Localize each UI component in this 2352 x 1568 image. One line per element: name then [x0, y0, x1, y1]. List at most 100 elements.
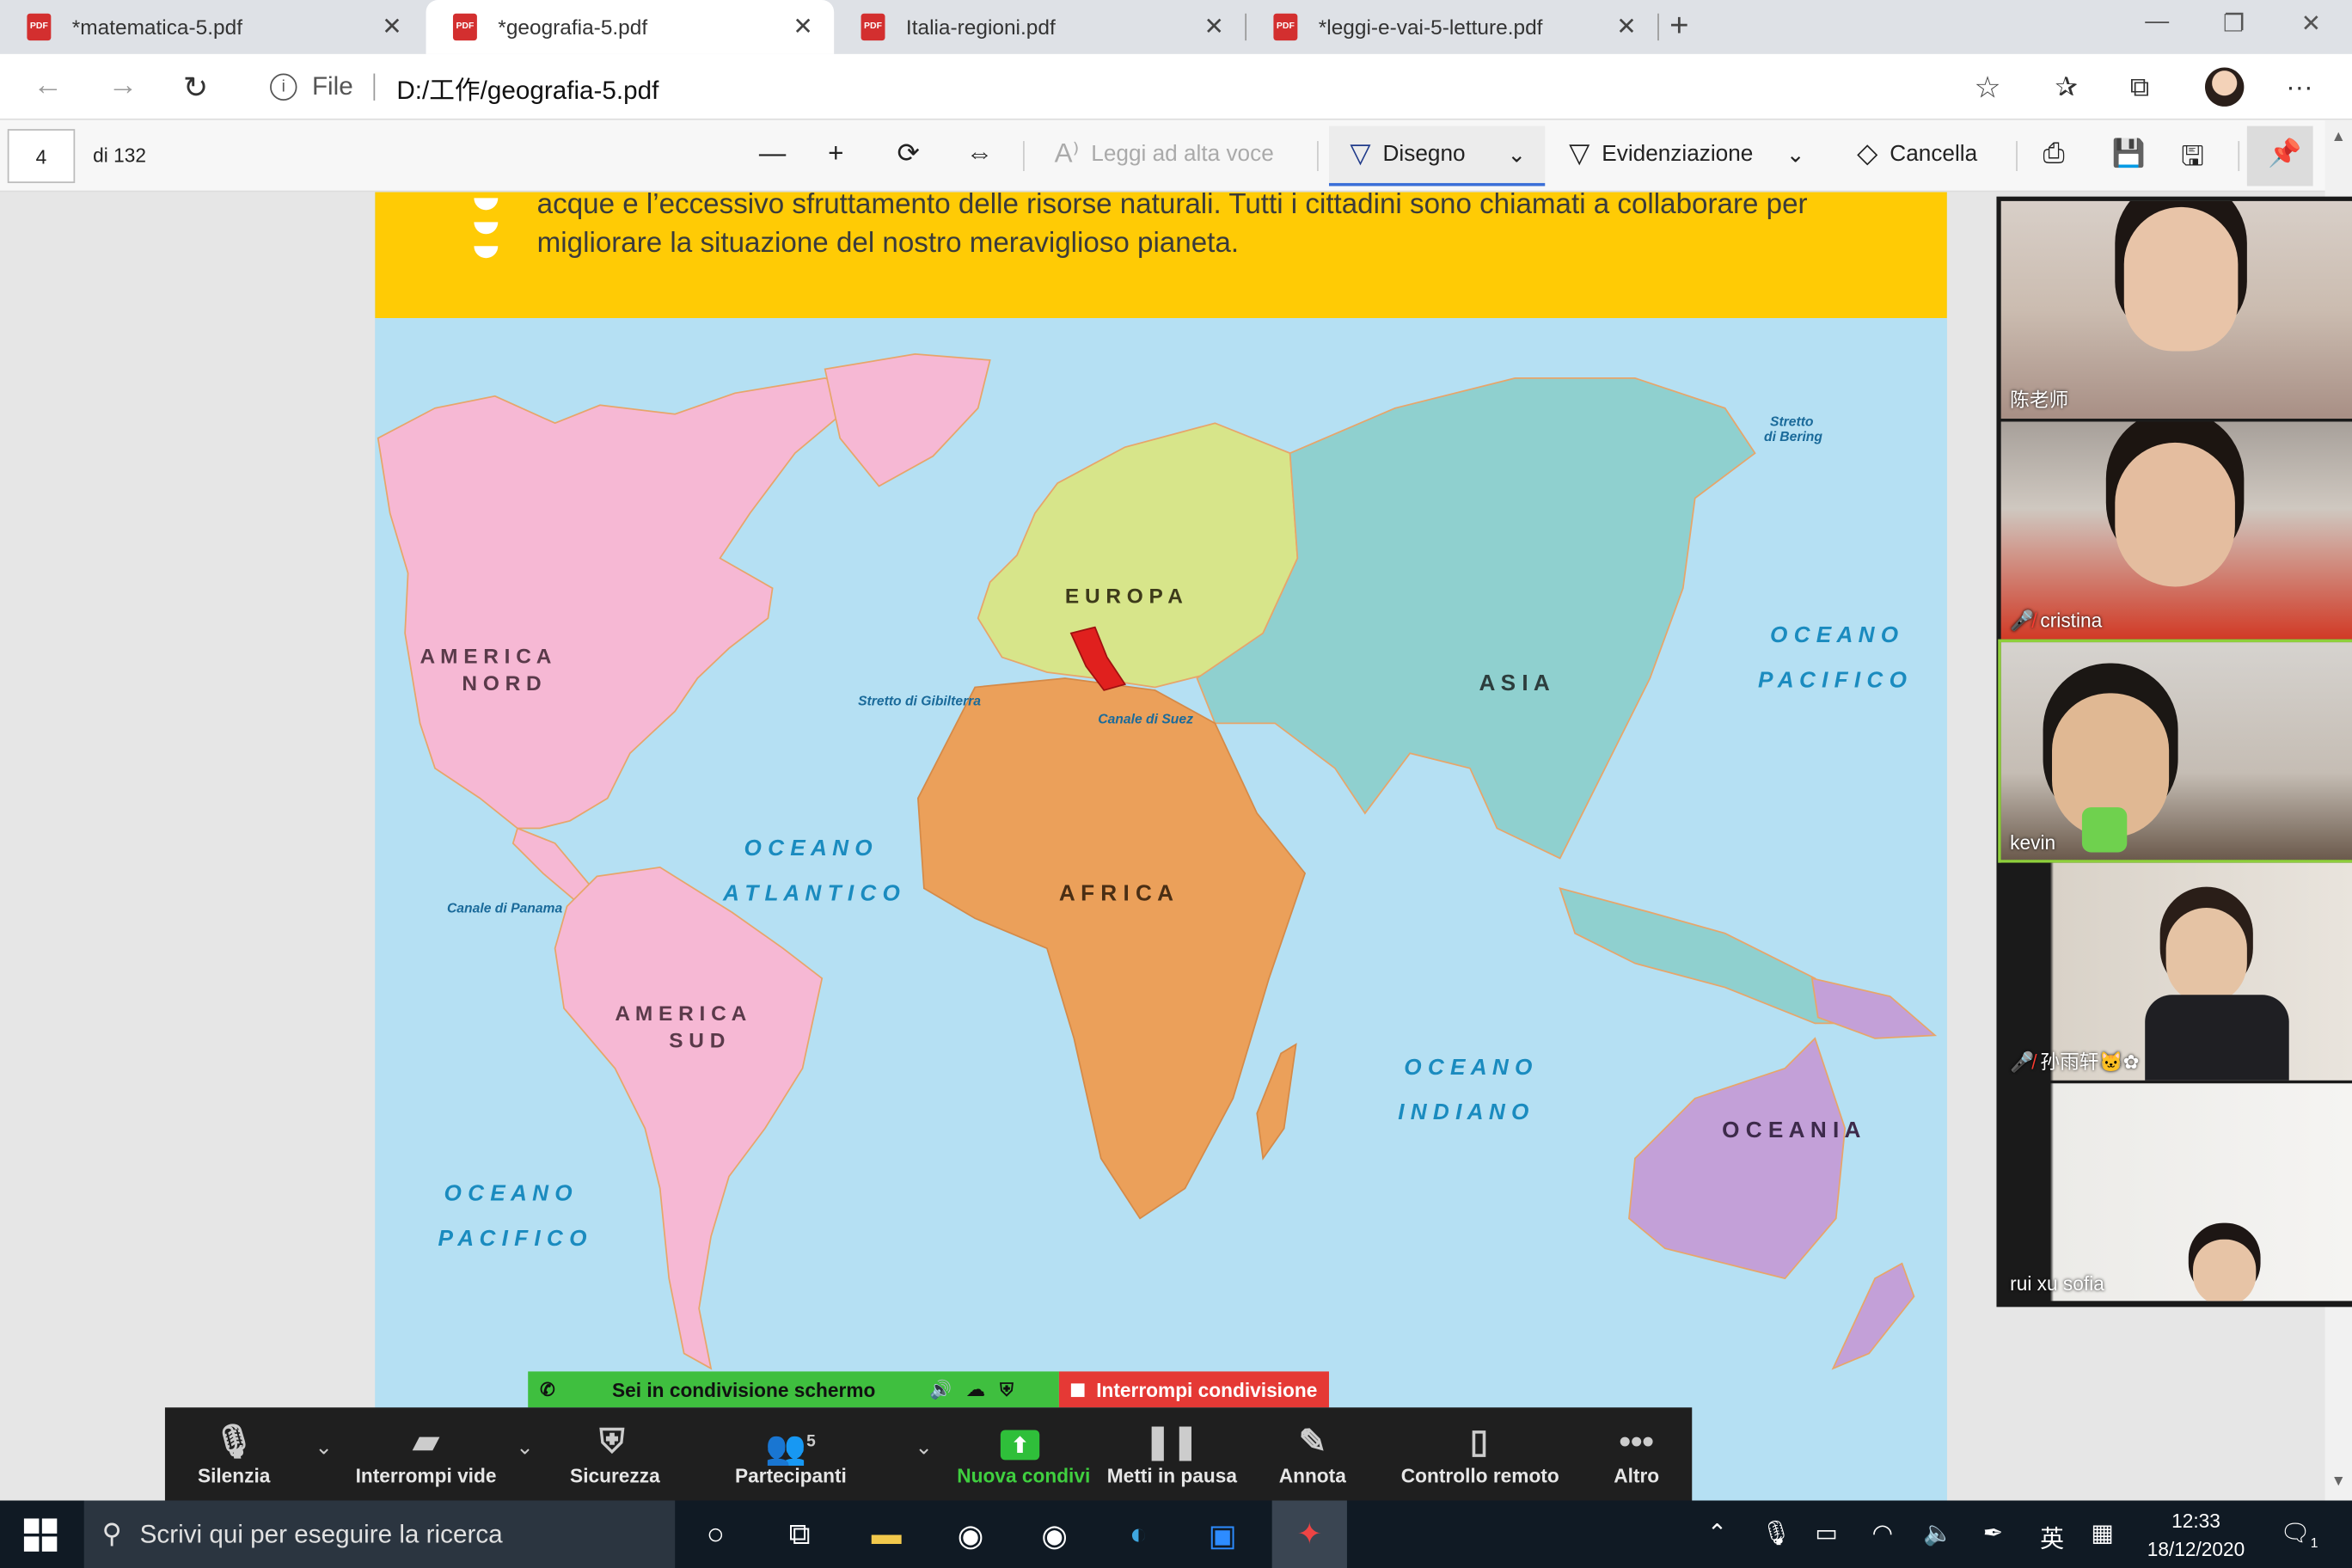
save-as-icon[interactable]: 🖫 — [2181, 138, 2204, 183]
label-africa: A F R I C A — [1059, 879, 1173, 905]
chevron-down-icon[interactable]: ⌄ — [516, 1435, 533, 1461]
clock-date: 18/12/2020 — [2147, 1538, 2245, 1561]
draw-button[interactable]: ▽ Disegno ⌄ — [1350, 138, 1526, 170]
notifications-icon[interactable]: 🗨1 — [2280, 1518, 2318, 1550]
chrome-icon[interactable]: ◉ — [948, 1512, 993, 1557]
windows-start-icon[interactable] — [23, 1518, 58, 1552]
window-close-icon[interactable]: ✕ — [2301, 9, 2321, 39]
zoom-control-bar: 🎙 Silenzia ⌄ ▰ Interrompi vide ⌄ ⛨ Sicur… — [164, 1407, 1693, 1501]
save-icon[interactable]: 💾 — [2112, 138, 2146, 170]
chevron-down-icon[interactable]: ⌄ — [1507, 140, 1526, 168]
minimize-icon[interactable]: — — [2145, 9, 2169, 35]
participant-name-row: 🎤̸ cristina — [2010, 609, 2102, 634]
avatar[interactable] — [2205, 67, 2245, 107]
zoom-app-icon[interactable]: ▣ — [1200, 1512, 1245, 1557]
close-icon[interactable]: ✕ — [1616, 12, 1636, 42]
people-icon: 👥 — [765, 1429, 807, 1467]
favorite-star-icon[interactable]: ☆ — [1974, 68, 2000, 106]
stop-icon — [1070, 1382, 1085, 1397]
scroll-down-icon[interactable]: ▼ — [2331, 1473, 2346, 1490]
mute-button[interactable]: 🎙 Silenzia — [195, 1419, 273, 1487]
taskbar-search-box[interactable]: ⚲ Scrivi qui per eseguire la ricerca — [83, 1500, 676, 1568]
tab-leggi-e-vai[interactable]: PDF *leggi-e-vai-5-letture.pdf ✕ — [1246, 0, 1657, 54]
battery-icon[interactable]: ▭ — [1815, 1518, 1837, 1548]
collections-icon[interactable]: ⧉ — [2130, 72, 2149, 104]
video-button[interactable]: ▰ Interrompi vide — [354, 1419, 499, 1487]
participant-tile[interactable]: 🎤̸ 孙雨轩🐱✿ — [2000, 862, 2352, 1081]
chevron-down-icon[interactable]: ⌄ — [915, 1435, 932, 1461]
info-icon[interactable]: i — [270, 73, 297, 101]
ime-mode-icon[interactable]: ▦ — [2091, 1518, 2113, 1548]
chrome-profile-icon[interactable]: ◉ — [1032, 1512, 1076, 1557]
read-aloud-button[interactable]: A⁾ Leggi ad alta voce — [1055, 138, 1274, 170]
participant-tile[interactable]: rui xu sofia — [2000, 1083, 2352, 1302]
close-icon[interactable]: ✕ — [382, 12, 401, 42]
zoom-share-app-icon[interactable]: ✦ — [1271, 1500, 1347, 1568]
close-icon[interactable]: ✕ — [793, 12, 812, 42]
file-explorer-icon[interactable]: ▬ — [864, 1512, 909, 1557]
highlight-button[interactable]: ▽ Evidenziazione ⌄ — [1569, 138, 1805, 170]
microphone-tray-icon[interactable]: 🎙 — [1761, 1518, 1792, 1548]
pdf-icon: PDF — [27, 13, 52, 41]
tab-italia-regioni[interactable]: PDF Italia-regioni.pdf ✕ — [834, 0, 1245, 54]
document-viewport[interactable]: acque e l’eccessivo sfruttamento delle r… — [0, 192, 2325, 1501]
wifi-icon[interactable]: ◠ — [1872, 1518, 1893, 1548]
zoom-out-icon[interactable]: — — [759, 138, 786, 170]
back-icon[interactable]: ← — [33, 69, 63, 103]
speaker-icon: 🔊 — [929, 1379, 952, 1400]
volume-icon[interactable]: 🔈 — [1923, 1518, 1953, 1548]
tab-matematica[interactable]: PDF *matematica-5.pdf ✕ — [0, 0, 423, 54]
forward-icon[interactable]: → — [108, 69, 138, 103]
erase-button[interactable]: ◇ Cancella — [1857, 138, 1977, 170]
phone-icon: ✆ — [540, 1379, 555, 1400]
shield-icon: ⛨ — [599, 1422, 625, 1461]
security-button[interactable]: ⛨ Sicurezza — [570, 1419, 660, 1487]
pin-toolbar-button[interactable]: 📌 — [2246, 126, 2313, 187]
held-object — [2081, 807, 2128, 853]
remote-control-button[interactable]: ▯ Controllo remoto — [1401, 1419, 1559, 1487]
participants-button[interactable]: 👥5 Partecipanti — [735, 1419, 847, 1487]
tab-geografia[interactable]: PDF *geografia-5.pdf ✕ — [426, 0, 835, 54]
more-menu-icon[interactable]: ··· — [2286, 72, 2312, 104]
annotate-button[interactable]: ✎ Annota — [1278, 1419, 1347, 1487]
edge-icon[interactable]: ◐ — [1116, 1512, 1161, 1557]
more-label: Altro — [1614, 1464, 1660, 1487]
pen-workspace-icon[interactable]: ✒ — [1983, 1518, 2003, 1548]
system-clock[interactable]: 12:33 18/12/2020 — [2142, 1506, 2251, 1563]
task-view-icon[interactable]: ⧉ — [777, 1512, 822, 1557]
tab-label: *geografia-5.pdf — [498, 15, 648, 40]
refresh-icon[interactable]: ↻ — [183, 69, 208, 107]
scroll-up-icon[interactable]: ▲ — [2331, 129, 2346, 145]
chevron-down-icon[interactable]: ⌄ — [1786, 140, 1805, 168]
url-field[interactable]: i File D:/工作/geografia-5.pdf ☆ — [248, 63, 2019, 112]
label-america-sud: A M E R I C A — [615, 1002, 746, 1026]
show-hidden-icons[interactable]: ⌃ — [1707, 1518, 1727, 1548]
camera-icon: ▰ — [413, 1422, 439, 1461]
more-dots-icon: ••• — [1619, 1422, 1654, 1461]
participant-jacket — [2145, 995, 2289, 1081]
zoom-in-icon[interactable]: + — [828, 138, 843, 170]
new-tab-icon[interactable]: + — [1669, 6, 1688, 45]
print-icon[interactable]: ⎙ — [2043, 138, 2065, 170]
favorites-icon[interactable]: ✰ — [2055, 72, 2078, 104]
rotate-icon[interactable]: ⟳ — [897, 138, 919, 170]
toolbar-divider — [2016, 141, 2018, 171]
video-gallery: 陈老师 🎤̸ cristina kevin 🎤̸ 孙雨轩🐱✿ rui xu sofi… — [1996, 196, 2352, 1308]
stop-share-button[interactable]: Interrompi condivisione — [1058, 1371, 1329, 1408]
close-icon[interactable]: ✕ — [1204, 12, 1223, 42]
participant-tile[interactable]: kevin — [1998, 639, 2352, 863]
cortana-icon[interactable]: ○ — [693, 1512, 738, 1557]
stop-share-label: Interrompi condivisione — [1096, 1378, 1318, 1401]
tab-label: Italia-regioni.pdf — [905, 15, 1056, 40]
restore-icon[interactable]: ❐ — [2223, 9, 2245, 39]
ime-indicator[interactable]: 英 — [2040, 1518, 2064, 1554]
participant-tile[interactable]: 🎤̸ cristina — [2000, 421, 2352, 640]
more-button[interactable]: ••• Altro — [1611, 1419, 1662, 1487]
fit-page-icon[interactable]: ⇔ — [966, 138, 993, 170]
chevron-down-icon[interactable]: ⌄ — [315, 1435, 332, 1461]
pause-share-button[interactable]: ❚❚ Metti in pausa — [1107, 1419, 1237, 1487]
page-number-input[interactable]: 4 — [7, 129, 76, 183]
toolbar-divider — [1317, 141, 1319, 171]
participant-tile[interactable]: 陈老师 — [2000, 200, 2352, 419]
new-share-button[interactable]: ⬆ Nuova condivi — [957, 1419, 1090, 1487]
